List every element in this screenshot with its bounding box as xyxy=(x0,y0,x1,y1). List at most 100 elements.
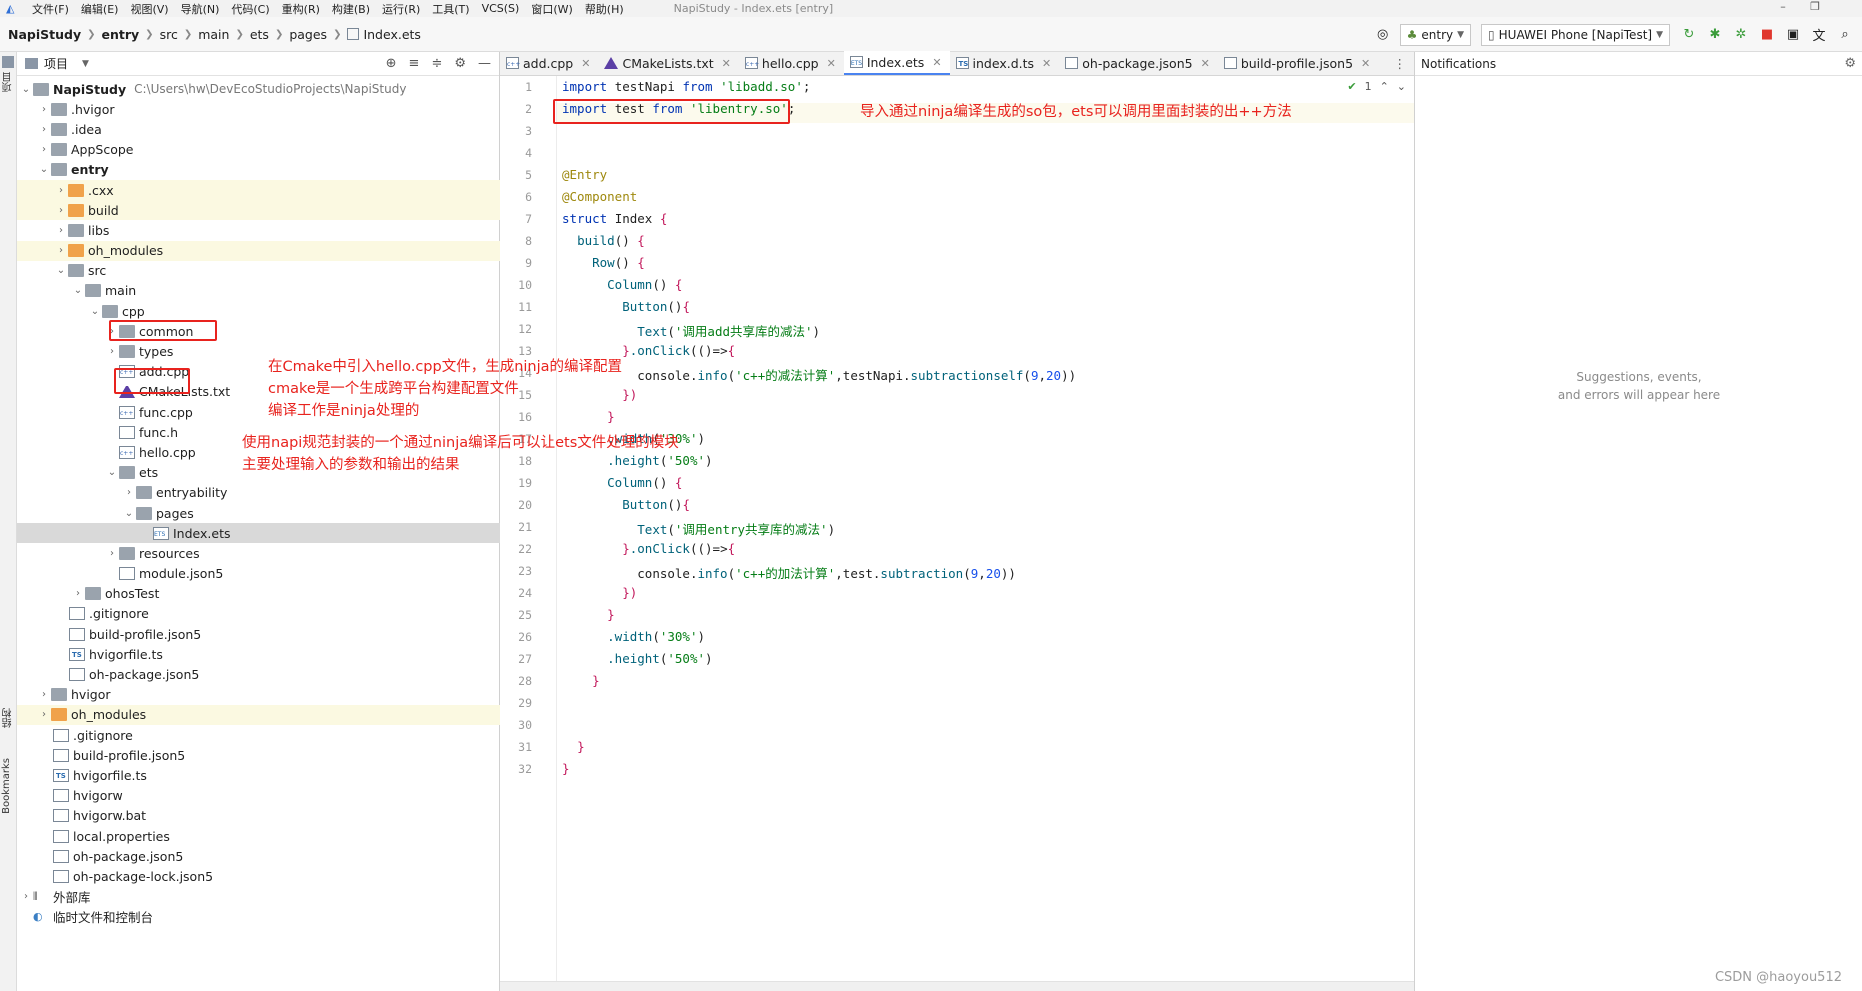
chevron-right-icon[interactable]: › xyxy=(54,225,68,236)
tree-item-root-build-profile[interactable]: build-profile.json5 xyxy=(17,745,500,765)
tree-item-hvigor-hidden[interactable]: › .hvigor xyxy=(17,99,500,119)
tree-item-napistudy[interactable]: ⌄ NapiStudy C:\Users\hw\DevEcoStudioProj… xyxy=(17,79,500,99)
tree-item-resources[interactable]: › resources xyxy=(17,543,500,563)
tab-build-profile[interactable]: build-profile.json5 ✕ xyxy=(1218,51,1378,75)
translate-icon[interactable]: 文 xyxy=(1810,26,1828,44)
debug-icon[interactable]: ✱ xyxy=(1706,26,1724,44)
device-manager-icon[interactable]: ▣ xyxy=(1784,26,1802,44)
menu-vcs[interactable]: VCS(S) xyxy=(482,2,520,15)
menu-build[interactable]: 构建(B) xyxy=(332,1,370,17)
tab-index-ets[interactable]: Index.ets ✕ xyxy=(843,51,950,75)
gear-icon[interactable]: ⚙ xyxy=(1844,56,1856,71)
stop-icon[interactable]: ■ xyxy=(1758,26,1776,44)
tab-hello-cpp[interactable]: hello.cpp ✕ xyxy=(739,51,844,75)
project-tool-label[interactable]: 项目 xyxy=(1,72,16,92)
minimize-icon[interactable]: – xyxy=(1768,0,1798,17)
chevron-down-icon[interactable]: ⌄ xyxy=(1397,80,1406,93)
tree-item-entry-gitignore[interactable]: .gitignore xyxy=(17,604,500,624)
tree-item-main[interactable]: ⌄ main xyxy=(17,281,500,301)
chevron-right-icon[interactable]: › xyxy=(122,487,136,498)
breadcrumb-project[interactable]: NapiStudy xyxy=(8,27,81,42)
inspection-widget[interactable]: ✔ 1 ⌃ ⌄ xyxy=(1347,80,1406,93)
chevron-right-icon[interactable]: › xyxy=(19,891,33,902)
target-icon[interactable]: ◎ xyxy=(1374,26,1392,44)
tree-item-entry-build-profile[interactable]: build-profile.json5 xyxy=(17,624,500,644)
breadcrumb-main[interactable]: main xyxy=(198,27,229,42)
breadcrumb-entry[interactable]: entry xyxy=(102,27,140,42)
tab-index-d-ts[interactable]: index.d.ts ✕ xyxy=(950,51,1060,75)
chevron-down-icon[interactable]: ⌄ xyxy=(122,508,136,519)
close-icon[interactable]: ✕ xyxy=(1201,57,1210,70)
close-icon[interactable]: ✕ xyxy=(932,56,941,69)
hide-icon[interactable]: — xyxy=(478,56,491,71)
project-tool-icon[interactable] xyxy=(2,56,14,68)
attach-debugger-icon[interactable]: ✲ xyxy=(1732,26,1750,44)
chevron-down-icon[interactable]: ⌄ xyxy=(71,285,85,296)
tree-item-hvigorw-bat[interactable]: hvigorw.bat xyxy=(17,806,500,826)
tree-item-hvigor[interactable]: › hvigor xyxy=(17,685,500,705)
tree-item-hvigorw[interactable]: hvigorw xyxy=(17,786,500,806)
chevron-down-icon[interactable]: ⌄ xyxy=(37,164,51,175)
tree-item-entry-oh-package[interactable]: oh-package.json5 xyxy=(17,664,500,684)
menu-help[interactable]: 帮助(H) xyxy=(585,1,624,17)
tree-item-entry-hvigorfile[interactable]: hvigorfile.ts xyxy=(17,644,500,664)
tree-item-entryability[interactable]: › entryability xyxy=(17,483,500,503)
tree-item-module-json5[interactable]: module.json5 xyxy=(17,564,500,584)
search-icon[interactable]: ⌕ xyxy=(1836,26,1854,44)
code-editor[interactable]: 1 2 3 4 5 6 7 8 9 10 11 12 13 14 15 16 1… xyxy=(500,76,1414,991)
tree-item-scratches[interactable]: ◐ 临时文件和控制台 xyxy=(17,907,500,927)
tree-item-common[interactable]: › common xyxy=(17,321,500,341)
module-select[interactable]: ♣ entry ▼ xyxy=(1399,23,1472,46)
chevron-down-icon[interactable]: ⌄ xyxy=(54,265,68,276)
tree-item-local-properties[interactable]: local.properties xyxy=(17,826,500,846)
close-icon[interactable]: ✕ xyxy=(581,57,590,70)
chevron-right-icon[interactable]: › xyxy=(37,104,51,115)
expand-all-icon[interactable]: ≡ xyxy=(409,56,420,71)
menu-window[interactable]: 窗口(W) xyxy=(531,1,572,17)
tree-item-entry[interactable]: ⌄ entry xyxy=(17,160,500,180)
tree-item-libs[interactable]: › libs xyxy=(17,220,500,240)
more-tabs-icon[interactable]: ⋮ xyxy=(1394,56,1407,71)
device-select[interactable]: ▯ HUAWEI Phone [NapiTest] ▼ xyxy=(1481,23,1670,46)
project-panel-title[interactable]: 项目 xyxy=(44,55,68,72)
chevron-right-icon[interactable]: › xyxy=(54,205,68,216)
chevron-right-icon[interactable]: › xyxy=(37,709,51,720)
tree-item-root-oh-modules[interactable]: › oh_modules xyxy=(17,704,500,725)
menu-file[interactable]: 文件(F) xyxy=(32,1,69,17)
chevron-right-icon[interactable]: › xyxy=(37,689,51,700)
horizontal-scrollbar[interactable] xyxy=(500,981,1414,991)
menu-tools[interactable]: 工具(T) xyxy=(432,1,469,17)
restore-icon[interactable]: ❐ xyxy=(1800,0,1830,17)
chevron-right-icon[interactable]: › xyxy=(37,144,51,155)
chevron-right-icon[interactable]: › xyxy=(37,124,51,135)
menu-refactor[interactable]: 重构(R) xyxy=(282,1,320,17)
chevron-right-icon[interactable]: › xyxy=(71,588,85,599)
close-icon[interactable]: ✕ xyxy=(1042,57,1051,70)
chevron-right-icon[interactable]: › xyxy=(54,185,68,196)
tree-item-appscope[interactable]: › AppScope xyxy=(17,140,500,160)
tree-item-build[interactable]: › build xyxy=(17,200,500,221)
close-icon[interactable]: ✕ xyxy=(722,57,731,70)
tree-item-root-hvigorfile[interactable]: hvigorfile.ts xyxy=(17,765,500,785)
tree-item-root-gitignore[interactable]: .gitignore xyxy=(17,725,500,745)
tree-item-cxx[interactable]: › .cxx xyxy=(17,179,500,201)
tree-item-index-ets[interactable]: Index.ets xyxy=(17,523,500,544)
menu-edit[interactable]: 编辑(E) xyxy=(81,1,119,17)
structure-tool-label[interactable]: 结构 xyxy=(1,708,16,728)
tree-item-oh-package-lock[interactable]: oh-package-lock.json5 xyxy=(17,866,500,886)
chevron-right-icon[interactable]: › xyxy=(105,548,119,559)
chevron-down-icon[interactable]: ⌄ xyxy=(88,306,102,317)
chevron-right-icon[interactable]: › xyxy=(105,346,119,357)
menu-navigate[interactable]: 导航(N) xyxy=(181,1,220,17)
breadcrumb-ets[interactable]: ets xyxy=(250,27,269,42)
breadcrumb-file[interactable]: Index.ets xyxy=(363,27,421,42)
menu-run[interactable]: 运行(R) xyxy=(382,1,420,17)
close-icon[interactable]: ✕ xyxy=(827,57,836,70)
menu-code[interactable]: 代码(C) xyxy=(231,1,269,17)
tree-item-oh-modules[interactable]: › oh_modules xyxy=(17,240,500,261)
close-icon[interactable]: ✕ xyxy=(1361,57,1370,70)
breadcrumb-src[interactable]: src xyxy=(160,27,178,42)
tab-add-cpp[interactable]: add.cpp ✕ xyxy=(500,51,598,75)
tree-item-cpp[interactable]: ⌄ cpp xyxy=(17,301,500,321)
gear-icon[interactable]: ⚙ xyxy=(454,56,466,71)
